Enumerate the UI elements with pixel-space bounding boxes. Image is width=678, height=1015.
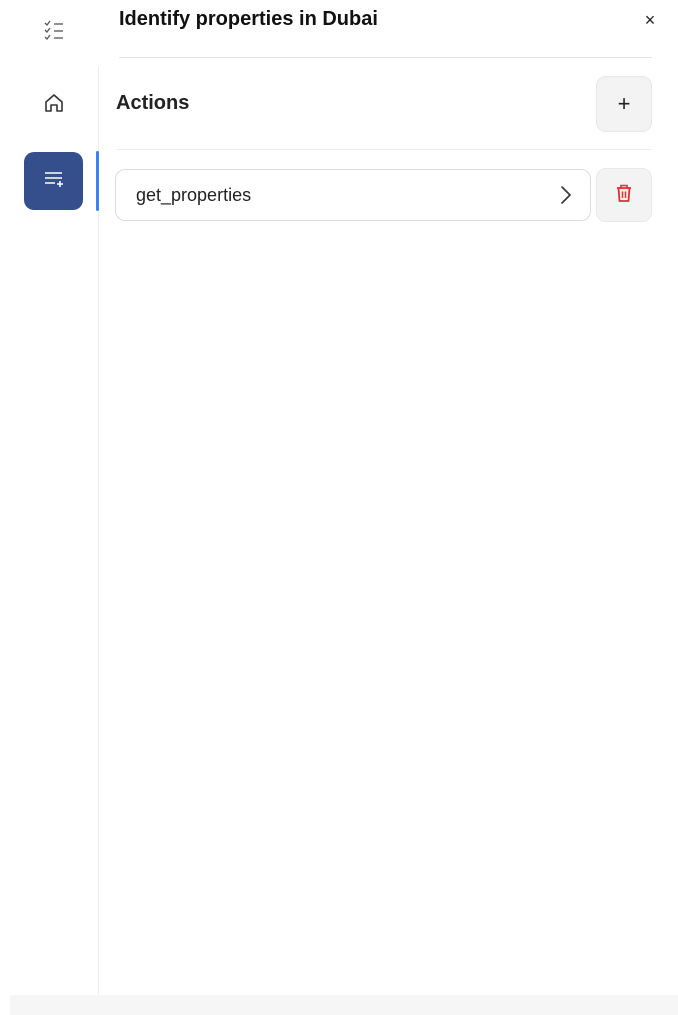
sidebar (0, 0, 100, 1015)
page-title: Identify properties in Dubai (119, 8, 378, 30)
close-icon: × (644, 9, 656, 30)
add-action-button[interactable]: + (596, 76, 652, 132)
action-item-label: get_properties (136, 184, 252, 205)
delete-action-button[interactable] (596, 168, 652, 222)
bottom-bar (10, 995, 678, 1015)
sidebar-item-tasks[interactable] (24, 3, 83, 61)
action-item[interactable]: get_properties (115, 169, 591, 221)
list-add-icon (43, 169, 65, 194)
home-icon (42, 91, 66, 120)
trash-icon (615, 183, 633, 208)
header-divider (119, 57, 652, 58)
plus-icon: + (617, 91, 631, 116)
sidebar-item-home[interactable] (24, 76, 83, 134)
close-button[interactable]: × (636, 6, 664, 34)
active-indicator (96, 151, 99, 211)
sidebar-item-actions[interactable] (24, 152, 83, 210)
section-title: Actions (116, 92, 190, 114)
section-divider (116, 149, 652, 150)
checklist-icon (43, 20, 65, 45)
chevron-right-icon (560, 185, 572, 205)
